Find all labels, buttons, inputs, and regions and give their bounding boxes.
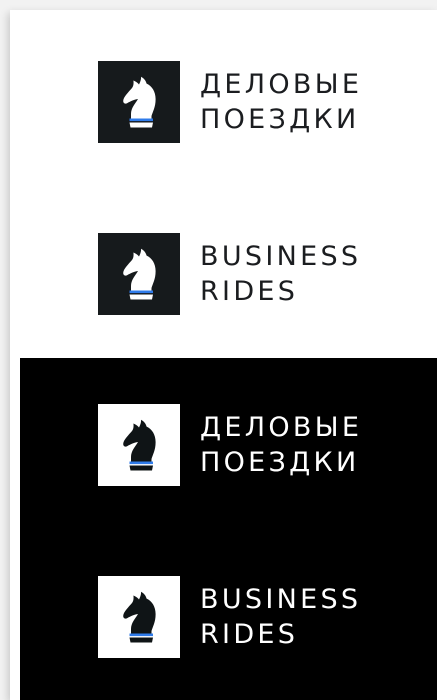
knight-chess-piece-icon	[119, 74, 159, 130]
logo-emblem	[98, 576, 180, 658]
wordmark-line-1: BUSINESS	[200, 241, 362, 272]
wordmark-line-2: RIDES	[200, 619, 299, 650]
wordmark-line-2: RIDES	[200, 276, 299, 307]
logo-russian-on-dark: ДЕЛОВЫЕ ПОЕЗДКИ	[98, 404, 362, 486]
logo-emblem	[98, 61, 180, 143]
logo-wordmark: BUSINESS RIDES	[200, 239, 361, 309]
wordmark-line-2: ПОЕЗДКИ	[200, 104, 360, 135]
knight-chess-piece-icon	[119, 417, 159, 473]
logo-russian-on-light: ДЕЛОВЫЕ ПОЕЗДКИ	[98, 61, 362, 143]
logo-english-on-light: BUSINESS RIDES	[98, 233, 361, 315]
logo-wordmark: BUSINESS RIDES	[200, 582, 361, 652]
logo-emblem	[98, 233, 180, 315]
logo-english-on-dark: BUSINESS RIDES	[98, 576, 361, 658]
brand-sheet: ДЕЛОВЫЕ ПОЕЗДКИ BUSINESS RIDES ДЕЛОВЫЕ П…	[0, 0, 437, 700]
knight-chess-piece-icon	[119, 589, 159, 645]
wordmark-line-1: ДЕЛОВЫЕ	[200, 69, 363, 100]
wordmark-line-2: ПОЕЗДКИ	[200, 447, 360, 478]
logo-wordmark: ДЕЛОВЫЕ ПОЕЗДКИ	[200, 410, 362, 480]
knight-chess-piece-icon	[119, 246, 159, 302]
logo-wordmark: ДЕЛОВЫЕ ПОЕЗДКИ	[200, 67, 362, 137]
wordmark-line-1: BUSINESS	[200, 584, 362, 615]
wordmark-line-1: ДЕЛОВЫЕ	[200, 412, 363, 443]
logo-emblem	[98, 404, 180, 486]
